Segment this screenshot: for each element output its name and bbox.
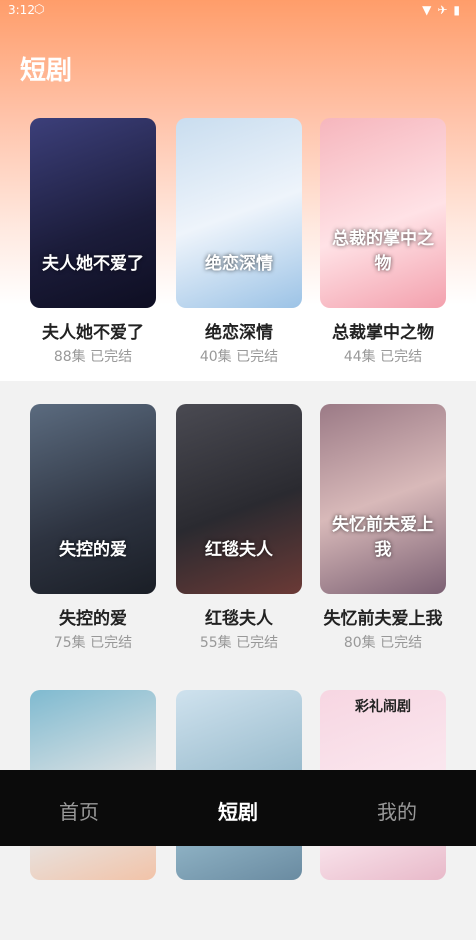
status-bar: 3:12 ⬡ ▼✈▮ bbox=[0, 0, 476, 20]
drama-poster[interactable]: 绝恋深情 bbox=[176, 118, 302, 308]
battery-icon: ▮ bbox=[453, 3, 466, 17]
drama-title[interactable]: 红毯夫人 bbox=[166, 604, 312, 629]
drama-poster[interactable]: 失控的爱 bbox=[30, 404, 156, 594]
tab-home[interactable]: 首页 bbox=[0, 796, 158, 825]
poster-title-art: 失控的爱 bbox=[59, 540, 127, 560]
wifi-icon: ▼ bbox=[422, 3, 438, 17]
episode-count: 44集 bbox=[343, 349, 376, 365]
drama-title[interactable]: 失控的爱 bbox=[20, 604, 166, 629]
poster-title-art: 红毯夫人 bbox=[205, 540, 273, 560]
status-time: 3:12 bbox=[8, 3, 35, 17]
completion-status: 已完结 bbox=[380, 349, 423, 365]
drama-meta: 44集 已完结 bbox=[320, 346, 446, 366]
drama-title[interactable]: 总裁掌中之物 bbox=[310, 318, 456, 343]
status-icons: ▼✈▮ bbox=[422, 3, 466, 17]
bottom-tab-bar: 首页 短剧 我的 bbox=[0, 770, 476, 846]
drama-poster[interactable]: 红毯夫人 bbox=[176, 404, 302, 594]
drama-meta: 75集 已完结 bbox=[30, 632, 156, 652]
cube-icon: ⬡ bbox=[34, 2, 45, 16]
drama-card[interactable]: 红毯夫人 红毯夫人 55集 已完结 bbox=[176, 404, 302, 654]
drama-meta: 55集 已完结 bbox=[176, 632, 302, 652]
drama-card[interactable]: 失忆前夫爱上我 失忆前夫爱上我 80集 已完结 bbox=[320, 404, 446, 654]
completion-status: 已完结 bbox=[380, 635, 423, 651]
episode-count: 80集 bbox=[343, 635, 376, 651]
drama-title[interactable]: 绝恋深情 bbox=[166, 318, 312, 343]
drama-card[interactable]: 绝恋深情 绝恋深情 40集 已完结 bbox=[176, 118, 302, 368]
completion-status: 已完结 bbox=[90, 349, 133, 365]
poster-title-art: 绝恋深情 bbox=[205, 254, 273, 274]
drama-poster[interactable]: 失忆前夫爱上我 bbox=[320, 404, 446, 594]
drama-card[interactable]: 总裁的掌中之物 总裁掌中之物 44集 已完结 bbox=[320, 118, 446, 368]
airplane-icon: ✈ bbox=[437, 3, 454, 17]
tab-short-drama[interactable]: 短剧 bbox=[159, 796, 317, 825]
page-title: 短剧 bbox=[20, 56, 73, 86]
poster-title-art: 夫人她不爱了 bbox=[42, 254, 144, 274]
drama-meta: 40集 已完结 bbox=[176, 346, 302, 366]
drama-card[interactable]: 夫人她不爱了 夫人她不爱了 88集 已完结 bbox=[30, 118, 156, 368]
drama-title[interactable]: 夫人她不爱了 bbox=[20, 318, 166, 343]
episode-count: 40集 bbox=[199, 349, 232, 365]
drama-poster[interactable]: 夫人她不爱了 bbox=[30, 118, 156, 308]
poster-title-art: 总裁的掌中之物 bbox=[332, 229, 434, 274]
episode-count: 75集 bbox=[53, 635, 86, 651]
poster-title-art: 彩礼闹剧 bbox=[355, 699, 411, 715]
episode-count: 88集 bbox=[53, 349, 86, 365]
poster-title-art: 失忆前夫爱上我 bbox=[332, 515, 434, 560]
completion-status: 已完结 bbox=[236, 635, 279, 651]
completion-status: 已完结 bbox=[90, 635, 133, 651]
drama-title[interactable]: 失忆前夫爱上我 bbox=[310, 604, 456, 629]
drama-card[interactable]: 失控的爱 失控的爱 75集 已完结 bbox=[30, 404, 156, 654]
drama-meta: 80集 已完结 bbox=[320, 632, 446, 652]
tab-mine[interactable]: 我的 bbox=[318, 796, 476, 825]
completion-status: 已完结 bbox=[236, 349, 279, 365]
episode-count: 55集 bbox=[199, 635, 232, 651]
drama-poster[interactable]: 总裁的掌中之物 bbox=[320, 118, 446, 308]
drama-meta: 88集 已完结 bbox=[30, 346, 156, 366]
